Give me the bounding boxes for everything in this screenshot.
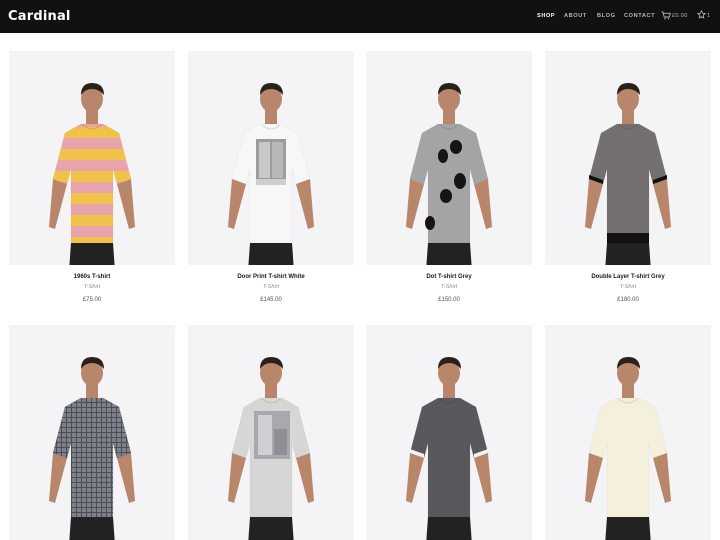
- product-name[interactable]: Double Layer T-shirt Grey: [545, 273, 711, 281]
- nav-contact[interactable]: CONTACT: [624, 12, 655, 20]
- product-price: £150.00: [438, 297, 460, 303]
- product-category: T-Shirt: [262, 284, 280, 290]
- cart-icon[interactable]: [661, 11, 671, 20]
- product-card[interactable]: [545, 325, 711, 540]
- product-card[interactable]: [9, 325, 175, 540]
- nav-shop[interactable]: SHOP: [537, 12, 555, 20]
- product-category: T-Shirt: [440, 284, 458, 290]
- product-card[interactable]: Door Print T-shirt White T-Shirt £145.00: [188, 51, 354, 311]
- star-icon[interactable]: [697, 10, 706, 19]
- product-card[interactable]: [366, 325, 532, 540]
- product-image[interactable]: [9, 325, 175, 540]
- site-header: Cardinal SHOP ABOUT BLOG CONTACT £0.00 1: [0, 0, 720, 33]
- product-image[interactable]: [9, 51, 175, 265]
- product-image[interactable]: [545, 325, 711, 540]
- product-image[interactable]: [366, 325, 532, 540]
- product-card[interactable]: [188, 325, 354, 540]
- product-category: T-Shirt: [83, 284, 101, 290]
- product-image[interactable]: [366, 51, 532, 265]
- nav-about[interactable]: ABOUT: [564, 12, 587, 20]
- product-price: £180.00: [617, 297, 639, 303]
- product-card[interactable]: Double Layer T-shirt Grey T-Shirt £180.00: [545, 51, 711, 311]
- product-name[interactable]: Door Print T-shirt White: [188, 273, 354, 281]
- product-price: £75.00: [82, 297, 102, 303]
- product-card[interactable]: 1960s T-shirt T-Shirt £75.00: [9, 51, 175, 311]
- product-image[interactable]: [188, 325, 354, 540]
- product-image[interactable]: [545, 51, 711, 265]
- wishlist-count[interactable]: 1: [707, 12, 710, 20]
- product-name[interactable]: Dot T-shirt Grey: [366, 273, 532, 281]
- product-price: £145.00: [260, 297, 282, 303]
- product-image[interactable]: [188, 51, 354, 265]
- brand-logo[interactable]: Cardinal: [8, 9, 71, 24]
- product-card[interactable]: Dot T-shirt Grey T-Shirt £150.00: [366, 51, 532, 311]
- cart-total[interactable]: £0.00: [672, 12, 688, 20]
- product-category: T-Shirt: [619, 284, 637, 290]
- nav-blog[interactable]: BLOG: [597, 12, 616, 20]
- product-name[interactable]: 1960s T-shirt: [9, 273, 175, 281]
